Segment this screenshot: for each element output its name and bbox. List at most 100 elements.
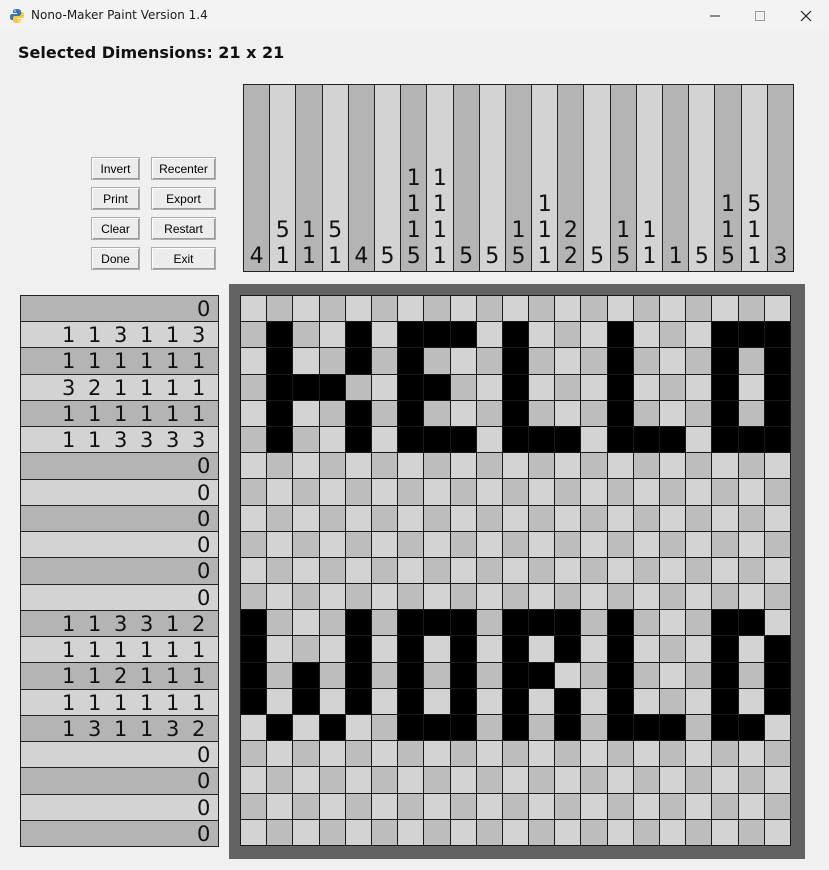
- grid-cell[interactable]: [449, 766, 477, 794]
- restart-button[interactable]: Restart: [151, 217, 216, 240]
- grid-cell[interactable]: [370, 818, 399, 846]
- grid-cell[interactable]: [240, 556, 268, 585]
- grid-cell-filled[interactable]: [449, 635, 477, 663]
- grid-cell[interactable]: [737, 818, 765, 846]
- grid-cell[interactable]: [685, 635, 713, 663]
- grid-cell[interactable]: [292, 321, 320, 349]
- grid-cell[interactable]: [763, 556, 791, 585]
- grid-cell-filled[interactable]: [449, 425, 477, 454]
- grid-cell[interactable]: [475, 714, 503, 742]
- grid-cell[interactable]: [580, 661, 608, 689]
- grid-cell[interactable]: [737, 478, 765, 506]
- grid-cell-filled[interactable]: [763, 399, 791, 427]
- grid-cell[interactable]: [501, 530, 530, 558]
- grid-cell[interactable]: [763, 818, 791, 846]
- grid-cell-filled[interactable]: [711, 687, 739, 716]
- grid-cell-filled[interactable]: [711, 321, 739, 349]
- grid-cell[interactable]: [397, 818, 425, 846]
- grid-cell-filled[interactable]: [501, 661, 530, 689]
- grid-cell[interactable]: [318, 687, 346, 716]
- grid-cell[interactable]: [475, 347, 503, 375]
- grid-cell[interactable]: [449, 583, 477, 611]
- grid-cell-filled[interactable]: [501, 321, 530, 349]
- grid-cell[interactable]: [370, 425, 399, 454]
- grid-cell[interactable]: [370, 399, 399, 427]
- grid-cell[interactable]: [737, 556, 765, 585]
- grid-cell[interactable]: [397, 583, 425, 611]
- grid-cell-filled[interactable]: [501, 373, 530, 401]
- grid-cell[interactable]: [266, 530, 294, 558]
- grid-cell[interactable]: [240, 792, 268, 820]
- grid-cell-filled[interactable]: [606, 609, 634, 637]
- grid-cell[interactable]: [397, 295, 425, 323]
- grid-cell[interactable]: [475, 478, 503, 506]
- grid-cell[interactable]: [685, 425, 713, 454]
- grid-cell[interactable]: [685, 818, 713, 846]
- grid-cell[interactable]: [659, 609, 687, 637]
- grid-cell-filled[interactable]: [397, 714, 425, 742]
- grid-cell[interactable]: [659, 740, 687, 768]
- grid-cell-filled[interactable]: [501, 609, 530, 637]
- grid-cell[interactable]: [632, 556, 661, 585]
- grid-cell[interactable]: [685, 766, 713, 794]
- grid-cell-filled[interactable]: [397, 321, 425, 349]
- grid-cell[interactable]: [292, 583, 320, 611]
- grid-cell-filled[interactable]: [397, 609, 425, 637]
- grid-cell[interactable]: [292, 295, 320, 323]
- grid-cell[interactable]: [240, 714, 268, 742]
- minimize-button[interactable]: [692, 0, 738, 31]
- grid-cell[interactable]: [397, 556, 425, 585]
- grid-cell-filled[interactable]: [554, 687, 582, 716]
- grid-cell[interactable]: [475, 452, 503, 480]
- grid-cell[interactable]: [659, 321, 687, 349]
- grid-cell[interactable]: [528, 740, 556, 768]
- grid-cell[interactable]: [685, 373, 713, 401]
- grid-cell[interactable]: [449, 556, 477, 585]
- grid-cell[interactable]: [580, 635, 608, 663]
- grid-cell[interactable]: [554, 818, 582, 846]
- grid-cell-filled[interactable]: [292, 373, 320, 401]
- grid-cell-filled[interactable]: [292, 661, 320, 689]
- grid-cell[interactable]: [737, 740, 765, 768]
- grid-cell[interactable]: [711, 740, 739, 768]
- grid-cell[interactable]: [659, 478, 687, 506]
- grid-cell[interactable]: [370, 347, 399, 375]
- grid-cell[interactable]: [659, 635, 687, 663]
- grid-cell[interactable]: [711, 478, 739, 506]
- grid-cell[interactable]: [318, 609, 346, 637]
- grid-cell[interactable]: [449, 530, 477, 558]
- print-button[interactable]: Print: [91, 187, 140, 210]
- grid-cell-filled[interactable]: [449, 609, 477, 637]
- grid-cell[interactable]: [711, 295, 739, 323]
- grid-cell[interactable]: [266, 504, 294, 532]
- exit-button[interactable]: Exit: [151, 247, 216, 270]
- grid-cell[interactable]: [475, 635, 503, 663]
- grid-cell[interactable]: [632, 399, 661, 427]
- grid-cell[interactable]: [370, 792, 399, 820]
- grid-cell[interactable]: [370, 452, 399, 480]
- invert-button[interactable]: Invert: [91, 157, 140, 180]
- grid-cell[interactable]: [344, 530, 372, 558]
- grid-cell[interactable]: [240, 818, 268, 846]
- grid-cell[interactable]: [240, 530, 268, 558]
- grid-cell[interactable]: [397, 792, 425, 820]
- grid-cell[interactable]: [528, 792, 556, 820]
- grid-cell-filled[interactable]: [763, 425, 791, 454]
- grid-cell[interactable]: [580, 425, 608, 454]
- recenter-button[interactable]: Recenter: [151, 157, 216, 180]
- grid-cell[interactable]: [423, 452, 451, 480]
- grid-cell[interactable]: [370, 556, 399, 585]
- grid-cell[interactable]: [292, 609, 320, 637]
- grid-cell-filled[interactable]: [344, 687, 372, 716]
- grid-cell[interactable]: [659, 504, 687, 532]
- grid-cell[interactable]: [344, 295, 372, 323]
- grid-cell-filled[interactable]: [423, 425, 451, 454]
- grid-cell[interactable]: [528, 504, 556, 532]
- grid-cell[interactable]: [737, 687, 765, 716]
- grid-cell[interactable]: [344, 740, 372, 768]
- grid-cell-filled[interactable]: [554, 425, 582, 454]
- grid-cell[interactable]: [659, 295, 687, 323]
- grid-cell[interactable]: [528, 687, 556, 716]
- grid-cell[interactable]: [711, 556, 739, 585]
- grid-cell[interactable]: [528, 452, 556, 480]
